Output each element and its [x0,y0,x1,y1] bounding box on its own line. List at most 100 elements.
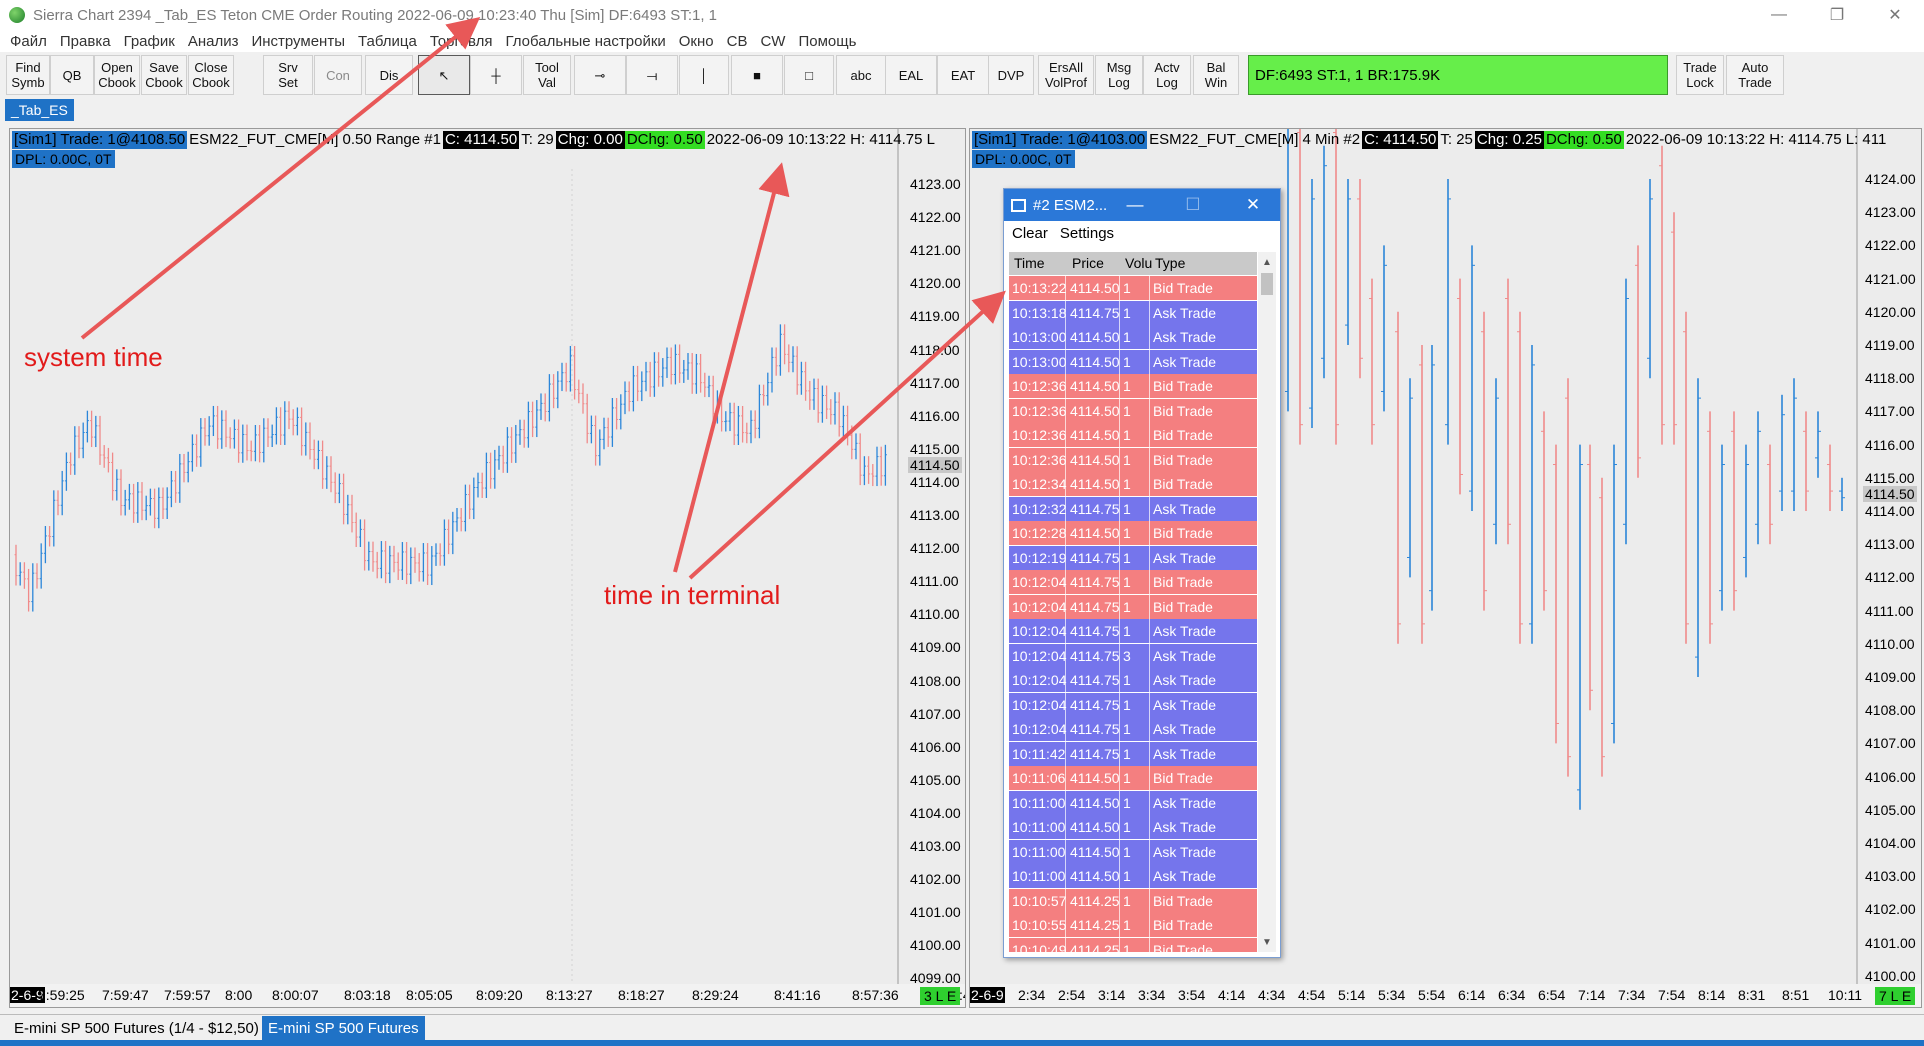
ts-menu-settings[interactable]: Settings [1060,225,1114,242]
table-cell: 4114.75 [1070,304,1120,321]
column-header-time[interactable]: Time [1014,252,1045,275]
erase-all-volprof-button[interactable]: ErsAll VolProf [1038,55,1094,95]
text-tool-button[interactable]: abc [836,55,886,95]
menu-item[interactable]: CW [760,33,785,50]
table-cell: Ask Trade [1153,843,1217,860]
time-tick-label: 3:14 [1098,987,1126,1003]
tab-emini-sp500[interactable]: E-mini SP 500 Futures [262,1016,425,1041]
table-cell: Ask Trade [1153,672,1217,688]
menu-item[interactable]: Глобальные настройки [505,33,665,50]
header-field: T: 29 [521,131,554,148]
header-field: Chg: 0.25 [1474,131,1544,149]
auto-trade-button[interactable]: Auto Trade [1726,55,1784,95]
tab-emini-sp500-tick[interactable]: E-mini SP 500 Futures (1/4 - $12,50) [8,1016,265,1041]
time-tick-label: 5:34 [1378,987,1406,1003]
price-tick-label: 4108.00 [1865,702,1916,719]
balance-window-button[interactable]: Bal Win [1193,55,1239,95]
maximize-icon[interactable]: ☐ [1170,189,1216,221]
time-tick-label: 8:13:27 [546,987,593,1003]
menu-item[interactable]: Окно [679,33,714,50]
ray-tool-button[interactable]: ⊸ [574,55,626,95]
menu-item[interactable]: CB [727,33,748,50]
open-chartbook-button[interactable]: Open Cbook [94,55,140,95]
menu-item[interactable]: Помощь [798,33,856,50]
tool-values-button[interactable]: Tool Val [523,55,571,95]
time-sales-menu: Clear Settings [1004,221,1280,245]
table-row: 10:12:04 4114.75 1 Bid Trade [1009,570,1257,594]
time-tick-label: 4:14 [1218,987,1246,1003]
table-cell: Ask Trade [1153,549,1217,566]
cell-divider [1149,888,1150,913]
quote-board-button[interactable]: QB [50,55,94,95]
vertical-line-button[interactable]: │ [679,55,729,95]
column-header-price[interactable]: Price [1072,252,1104,275]
price-tick-label: 4121.00 [1865,270,1916,287]
table-cell: 1 [1123,843,1131,860]
close-icon[interactable]: ✕ [1230,189,1276,221]
message-log-button[interactable]: Msg Log [1095,55,1143,95]
close-icon[interactable]: ✕ [1866,0,1924,30]
minimize-icon[interactable]: — [1750,0,1808,30]
price-tick-label: 4119.00 [1865,337,1915,353]
time-and-sales-window[interactable]: #2 ESM2... — ☐ ✕ Clear Settings Time Price… [1003,188,1281,958]
time-sales-title-bar[interactable]: #2 ESM2... — ☐ ✕ [1004,189,1280,221]
table-cell: 10:12:04 [1012,696,1067,713]
table-cell: 4114.50 [1070,770,1120,786]
rectangle-tool-button[interactable]: □ [784,55,834,95]
column-header-volu[interactable]: Volu [1125,252,1152,275]
scroll-thumb[interactable] [1261,273,1273,295]
eal-button[interactable]: EAL [885,55,937,95]
column-header-type[interactable]: Type [1155,252,1185,275]
chart-1-canvas[interactable] [10,129,966,1008]
chart-1-time-axis: 2-6-9 7:59:25 7:59:47 7:59:57 8:00 8:00:07 8:0… [10,984,965,1006]
menu-item[interactable]: Файл [10,33,47,50]
menu-item[interactable]: График [124,33,175,50]
save-chartbook-button[interactable]: Save Cbook [141,55,187,95]
table-cell: 1 [1123,280,1131,296]
menu-item[interactable]: Анализ [188,33,239,50]
connection-status-panel: DF:6493 ST:1, 1 BR:175.9K [1248,55,1668,95]
crosshair-tool-button[interactable]: ┼ [470,55,522,95]
menu-item[interactable]: Инструменты [251,33,345,50]
header-field: Chg: 0.00 [555,131,625,149]
chartbook-tab[interactable]: _Tab_ES [5,99,74,121]
trade-lock-button[interactable]: Trade Lock [1676,55,1724,95]
chart-1-range[interactable]: [Sim1] Trade: 1@4108.50 ESM22_FUT_CME[M] … [9,128,966,1008]
ts-menu-clear[interactable]: Clear [1012,225,1048,242]
current-price-marker: 4114.50 [908,457,962,474]
menu-item[interactable]: Таблица [358,33,417,50]
price-tick-label: 4110.00 [1865,635,1915,652]
dvp-button[interactable]: DVP [988,55,1034,95]
find-symbol-button[interactable]: Find Symb [6,55,50,95]
table-cell: 4114.75 [1070,647,1120,664]
stop-tool-button[interactable]: ■ [731,55,783,95]
minimize-icon[interactable]: — [1112,189,1158,221]
horizontal-ray-button[interactable]: ⟞ [626,55,678,95]
scroll-down-icon[interactable]: ▼ [1258,934,1276,950]
open-chartbook-button-label: Open Cbook [98,60,136,90]
table-cell: 4114.75 [1070,549,1120,566]
table-cell: 1 [1123,451,1131,468]
menu-item[interactable]: Торговля [430,33,493,50]
table-cell: Bid Trade [1153,941,1213,953]
disconnect-button-label: Dis [379,67,399,83]
time-tick-label: 2:34 [1018,987,1046,1003]
eat-button[interactable]: EAT [937,55,989,95]
scroll-up-icon[interactable]: ▲ [1258,254,1276,270]
close-chartbook-button[interactable]: Close Cbook [188,55,234,95]
menu-item[interactable]: Правка [60,33,111,50]
restore-icon[interactable]: ❐ [1808,0,1866,30]
table-cell: 4114.50 [1070,843,1120,860]
server-settings-button[interactable]: Srv Set [263,55,313,95]
table-cell: 10:12:04 [1012,647,1067,664]
table-row: 10:11:00 4114.50 1 Ask Trade [1009,815,1257,839]
time-tick-label: 7:59:47 [102,987,149,1003]
pointer-tool-button[interactable]: ↖ [418,55,470,95]
table-cell: Bid Trade [1153,770,1213,786]
activity-log-button[interactable]: Actv Log [1143,55,1191,95]
connect-button[interactable]: Con [314,55,362,95]
table-cell: 10:12:36 [1012,427,1067,443]
disconnect-button[interactable]: Dis [365,55,413,95]
time-tick-label: 5:54 [1418,987,1446,1003]
vertical-scrollbar[interactable]: ▲ ▼ [1258,252,1276,952]
